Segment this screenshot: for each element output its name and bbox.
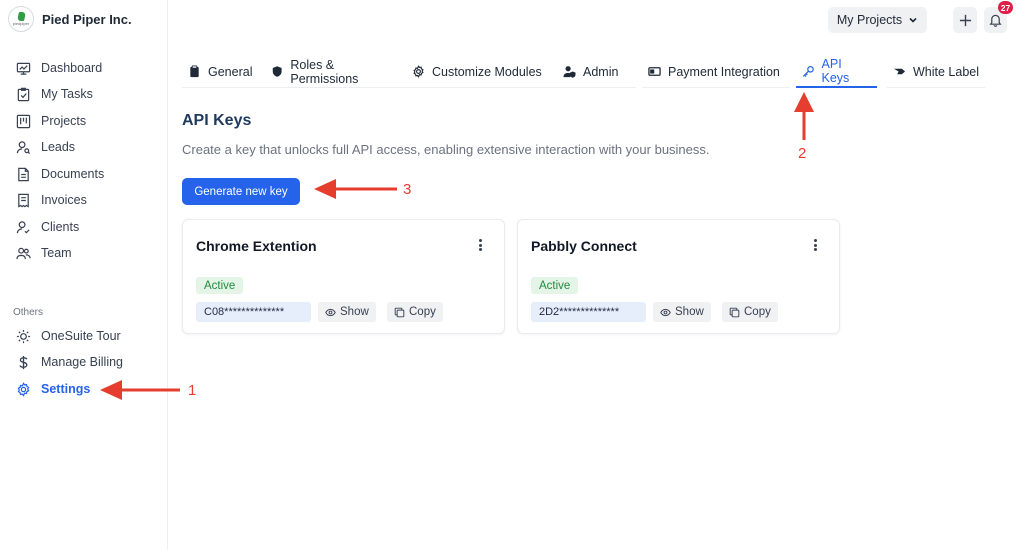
monitor-icon: [16, 62, 31, 75]
document-icon: [18, 167, 29, 181]
more-options-icon[interactable]: [813, 239, 817, 253]
add-button[interactable]: [953, 7, 977, 33]
eye-icon: [660, 308, 671, 316]
copy-key-label: Copy: [744, 306, 771, 318]
api-key-card: Chrome Extention Active C08*************…: [182, 219, 505, 334]
sidebar-item-label: Team: [41, 246, 72, 260]
sidebar-item-label: Dashboard: [41, 61, 103, 75]
bell-icon: [989, 14, 1002, 27]
shield-icon: [272, 66, 282, 77]
chevron-down-icon: [909, 17, 917, 23]
gear-icon: [17, 381, 30, 397]
eye-icon: [325, 308, 336, 316]
tab-label: Roles & Permissions: [290, 57, 359, 86]
tab-label: General: [208, 64, 253, 79]
sidebar-item-onesuite-tour[interactable]: OneSuite Tour: [16, 325, 121, 347]
annotation-number-2: 2: [798, 145, 807, 162]
sidebar-item-projects[interactable]: Projects: [16, 110, 86, 132]
clipboard-icon: [190, 65, 199, 78]
tab-label: White Label: [913, 64, 980, 79]
tab-white-label[interactable]: White Label: [887, 56, 985, 88]
tab-label: Admin: [583, 64, 619, 79]
copy-icon: [394, 307, 405, 317]
tab-label: API Keys: [821, 57, 850, 85]
sidebar-item-label: Leads: [41, 140, 76, 154]
tag-icon: [893, 68, 906, 75]
annotation-arrow-2: [794, 92, 814, 140]
gear-icon: [413, 65, 424, 78]
sidebar-item-clients[interactable]: Clients: [16, 216, 79, 238]
kanban-icon: [16, 114, 31, 128]
tab-label: Customize Modules: [432, 64, 542, 79]
tab-payment-integration[interactable]: Payment Integration: [642, 56, 790, 88]
copy-key-button[interactable]: Copy: [387, 302, 443, 322]
show-key-label: Show: [675, 306, 704, 318]
sidebar-item-label: OneSuite Tour: [41, 329, 121, 343]
key-icon: [802, 65, 814, 77]
plus-icon: [959, 14, 971, 26]
brand[interactable]: piedpiper Pied Piper Inc.: [8, 6, 132, 32]
status-badge: Active: [196, 277, 244, 294]
sidebar-item-label: My Tasks: [41, 87, 93, 101]
api-key-card-title: Pabbly Connect: [531, 238, 637, 254]
generate-new-key-button[interactable]: Generate new key: [182, 178, 300, 205]
api-key-card: Pabbly Connect Active 2D2************** …: [517, 219, 840, 334]
my-projects-label: My Projects: [836, 13, 903, 27]
sidebar-item-my-tasks[interactable]: My Tasks: [16, 83, 93, 105]
sun-icon: [16, 329, 31, 343]
sidebar-item-label: Projects: [41, 114, 87, 128]
receipt-icon: [18, 193, 29, 208]
my-projects-dropdown[interactable]: My Projects: [828, 7, 927, 33]
user-shield-icon: [563, 66, 576, 78]
sidebar-item-settings[interactable]: Settings: [16, 378, 90, 400]
company-logo: piedpiper: [8, 6, 34, 32]
tab-general[interactable]: General: [182, 56, 265, 88]
sidebar-item-leads[interactable]: Leads: [16, 136, 75, 158]
tab-api-keys[interactable]: API Keys: [796, 56, 877, 88]
page-title: API Keys: [182, 112, 252, 129]
status-badge: Active: [531, 277, 579, 294]
copy-key-label: Copy: [409, 306, 436, 318]
user-check-icon: [16, 220, 30, 234]
sidebar-item-label: Invoices: [41, 193, 87, 207]
sidebar-item-label: Clients: [41, 220, 80, 234]
sidebar-item-label: Settings: [41, 382, 91, 396]
annotation-number-3: 3: [403, 181, 412, 198]
masked-api-key: 2D2**************: [531, 302, 646, 322]
sidebar-item-documents[interactable]: Documents: [16, 163, 104, 185]
sidebar-item-team[interactable]: Team: [16, 242, 72, 264]
masked-api-key: C08**************: [196, 302, 311, 322]
sidebar-section-others: Others: [13, 307, 44, 318]
annotation-arrow-3: [314, 179, 397, 199]
card-icon: [648, 67, 661, 76]
users-icon: [16, 247, 31, 259]
sidebar-item-label: Documents: [41, 167, 105, 181]
sidebar: piedpiper Pied Piper Inc. Dashboard My T…: [0, 0, 168, 550]
copy-key-button[interactable]: Copy: [722, 302, 778, 322]
tab-admin[interactable]: Admin: [557, 56, 636, 88]
sidebar-item-manage-billing[interactable]: Manage Billing: [16, 351, 123, 373]
tab-customize-modules[interactable]: Customize Modules: [406, 56, 557, 88]
show-key-button[interactable]: Show: [318, 302, 376, 322]
tab-label: Payment Integration: [668, 64, 780, 79]
sidebar-item-dashboard[interactable]: Dashboard: [16, 57, 102, 79]
sidebar-item-invoices[interactable]: Invoices: [16, 189, 87, 211]
show-key-button[interactable]: Show: [653, 302, 711, 322]
more-options-icon[interactable]: [478, 239, 482, 253]
page-description: Create a key that unlocks full API acces…: [182, 142, 710, 157]
dollar-icon: [19, 355, 28, 369]
annotation-number-1: 1: [188, 382, 197, 399]
tab-roles-permissions[interactable]: Roles & Permissions: [265, 56, 406, 88]
notification-count-badge: 27: [998, 1, 1013, 14]
clipboard-check-icon: [17, 87, 30, 101]
copy-icon: [729, 307, 740, 317]
user-search-icon: [16, 140, 31, 154]
sidebar-item-label: Manage Billing: [41, 355, 123, 369]
api-key-card-title: Chrome Extention: [196, 238, 317, 254]
show-key-label: Show: [340, 306, 369, 318]
company-name: Pied Piper Inc.: [42, 11, 132, 27]
